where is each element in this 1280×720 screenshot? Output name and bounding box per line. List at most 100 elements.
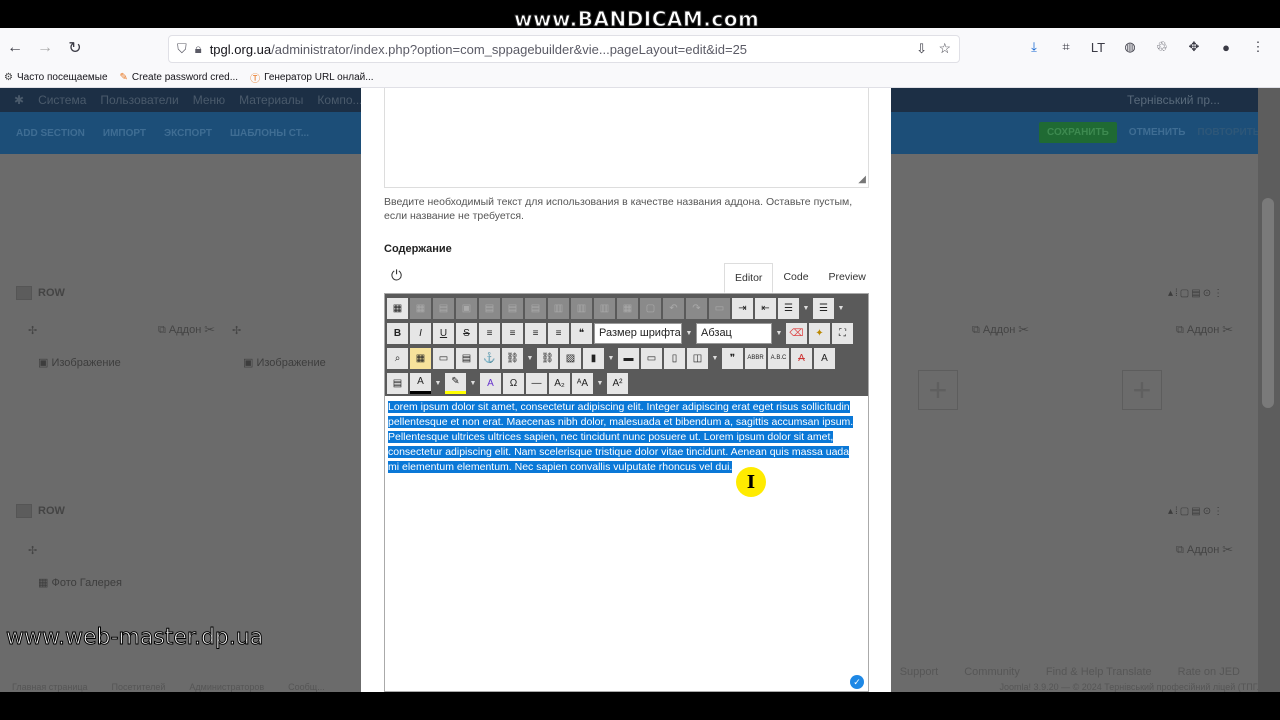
add-addon-icon[interactable]: +	[918, 370, 958, 410]
footer-link[interactable]: Community	[964, 666, 1020, 678]
addon-tag[interactable]: ⧉ Аддон ✂	[1176, 324, 1233, 337]
star-icon[interactable]: ☆	[938, 40, 951, 57]
save-button[interactable]: СОХРАНИТЬ	[1039, 122, 1117, 143]
align-center-icon[interactable]: ≡	[502, 322, 523, 344]
paste-word-icon[interactable]: ▤	[456, 347, 477, 369]
row-header[interactable]: ROW	[16, 286, 65, 300]
cancel-button[interactable]: ОТМЕНИТЬ	[1129, 127, 1186, 138]
eraser-icon[interactable]: ⌫	[786, 322, 807, 344]
addon-card[interactable]: ▣ Изображение	[243, 356, 326, 369]
menu-icon[interactable]: ⋮	[1244, 33, 1272, 61]
horizontal-rule-icon[interactable]: —	[526, 372, 547, 394]
page-scrollbar[interactable]	[1258, 88, 1280, 692]
export-button[interactable]: ЭКСПОРТ	[164, 128, 212, 139]
menu-item[interactable]: Пользователи	[100, 93, 178, 107]
templates-button[interactable]: ШАБЛОНЫ СТ...	[230, 128, 309, 139]
menu-item[interactable]: Система	[38, 93, 86, 107]
hr-icon[interactable]: ▬	[618, 347, 639, 369]
chevron-down-icon[interactable]: ▼	[606, 348, 616, 369]
insert-row-before-icon[interactable]: ▤	[479, 297, 500, 319]
delete-row-icon[interactable]: ▤	[525, 297, 546, 319]
row-tools[interactable]: ▴⁞▢▤⊙⋮	[1168, 506, 1225, 517]
outdent-icon[interactable]: ⇤	[755, 297, 776, 319]
ins-icon[interactable]: A	[814, 347, 835, 369]
cleanup-icon[interactable]: ✦	[809, 322, 830, 344]
text-color-icon[interactable]: A	[410, 372, 431, 394]
bookmark-item[interactable]: ⚙ Часто посещаемые	[4, 72, 108, 83]
menu-item[interactable]: Компо...	[317, 93, 362, 107]
addon-card[interactable]: ▦ Фото Галерея	[38, 576, 122, 589]
insert-row-after-icon[interactable]: ▤	[502, 297, 523, 319]
editor-content-area[interactable]: Lorem ipsum dolor sit amet, consectetur …	[385, 396, 868, 691]
align-left-icon[interactable]: ≡	[525, 322, 546, 344]
extensions-icon[interactable]: ✥	[1180, 33, 1208, 61]
strikethrough-icon[interactable]: S	[456, 322, 477, 344]
split-cells-icon[interactable]: ▦	[617, 297, 638, 319]
url-bar[interactable]: ⛉ 🔒︎ tpgl.org.ua/administrator/index.php…	[168, 35, 960, 63]
chevron-down-icon[interactable]: ▼	[801, 298, 811, 319]
extension-recycle-icon[interactable]: ♲	[1148, 33, 1176, 61]
insert-col-after-icon[interactable]: ▥	[571, 297, 592, 319]
tab-code[interactable]: Code	[773, 263, 818, 293]
unlink-icon[interactable]: ⛓	[537, 347, 558, 369]
image-icon[interactable]: ▨	[560, 347, 581, 369]
move-icon[interactable]: ✢	[28, 324, 37, 337]
add-section-button[interactable]: ADD SECTION	[16, 128, 85, 139]
bullet-list-icon[interactable]: ☰	[813, 297, 834, 319]
extension-profile-icon[interactable]: ●	[1212, 33, 1240, 61]
bold-icon[interactable]: B	[387, 322, 408, 344]
addon-tag[interactable]: ⧉ Аддон ✂	[972, 324, 1029, 337]
site-name-link[interactable]: Тернівський пр...	[1127, 93, 1220, 107]
chevron-down-icon[interactable]: ▼	[836, 298, 846, 319]
bookmark-item[interactable]: Ⓣ Генератор URL онлай...	[250, 70, 373, 85]
chevron-down-icon[interactable]: ▼	[433, 373, 443, 394]
row-tools[interactable]: ▴⁞▢▤⊙⋮	[1168, 288, 1225, 299]
status-item[interactable]: Посетителей	[112, 682, 166, 692]
chevron-down-icon[interactable]: ▼	[595, 373, 605, 394]
addon-title-textarea[interactable]: ◢	[384, 88, 869, 188]
row-props-icon[interactable]: ▤	[433, 297, 454, 319]
cell-props-icon[interactable]: ▣	[456, 297, 477, 319]
italic-icon[interactable]: I	[410, 322, 431, 344]
forward-icon[interactable]: →	[30, 33, 60, 63]
chevron-down-icon[interactable]: ▼	[468, 373, 478, 394]
special-char-icon[interactable]: Ω	[503, 372, 524, 394]
page-break-icon[interactable]: ▭	[641, 347, 662, 369]
extension-globe-icon[interactable]: ◍	[1116, 33, 1144, 61]
extension-lt-icon[interactable]: LT	[1084, 33, 1112, 61]
menu-item[interactable]: Материалы	[239, 93, 303, 107]
chevron-down-icon[interactable]: ▼	[710, 348, 720, 369]
move-icon[interactable]: ✢	[232, 324, 241, 337]
import-button[interactable]: ИМПОРТ	[103, 128, 146, 139]
row-header[interactable]: ROW	[16, 504, 65, 518]
crop-icon[interactable]: ⌗	[1052, 33, 1080, 61]
bookmark-item[interactable]: ✎ Create password cred...	[120, 72, 239, 83]
footer-link[interactable]: Find & Help Translate	[1046, 666, 1152, 678]
visual-aid-icon[interactable]: ▦	[410, 347, 431, 369]
footer-link[interactable]: Support	[900, 666, 939, 678]
status-item[interactable]: Администраторов	[189, 682, 264, 692]
anchor-icon[interactable]: ⚓	[479, 347, 500, 369]
undo-icon[interactable]: ↶	[663, 297, 684, 319]
spellcheck-icon[interactable]: ✓	[850, 675, 864, 689]
font-size-select[interactable]: Размер шрифта	[594, 322, 682, 344]
insert-col-before-icon[interactable]: ▥	[548, 297, 569, 319]
underline-icon[interactable]: U	[433, 322, 454, 344]
superscript-icon[interactable]: A²	[607, 372, 628, 394]
reload-icon[interactable]: ↻	[60, 33, 90, 63]
document-icon[interactable]: ▯	[664, 347, 685, 369]
status-item[interactable]: Главная страница	[12, 682, 88, 692]
move-icon[interactable]: ✢	[28, 544, 37, 557]
resize-grip-icon[interactable]: ◢	[858, 174, 866, 185]
link-icon[interactable]: ⛓	[502, 347, 523, 369]
chevron-down-icon[interactable]: ▼	[774, 323, 784, 344]
add-addon-icon[interactable]: +	[1122, 370, 1162, 410]
footer-link[interactable]: Rate on JED	[1178, 666, 1240, 678]
redo-button[interactable]: ПОВТОРИТЬ	[1197, 127, 1260, 138]
align-justify-icon[interactable]: ≡	[479, 322, 500, 344]
delete-col-icon[interactable]: ▥	[594, 297, 615, 319]
indent-icon[interactable]: ⇥	[732, 297, 753, 319]
subscript-icon[interactable]: A₂	[549, 372, 570, 394]
row-drag-icon[interactable]	[16, 504, 32, 518]
align-right-icon[interactable]: ≡	[548, 322, 569, 344]
